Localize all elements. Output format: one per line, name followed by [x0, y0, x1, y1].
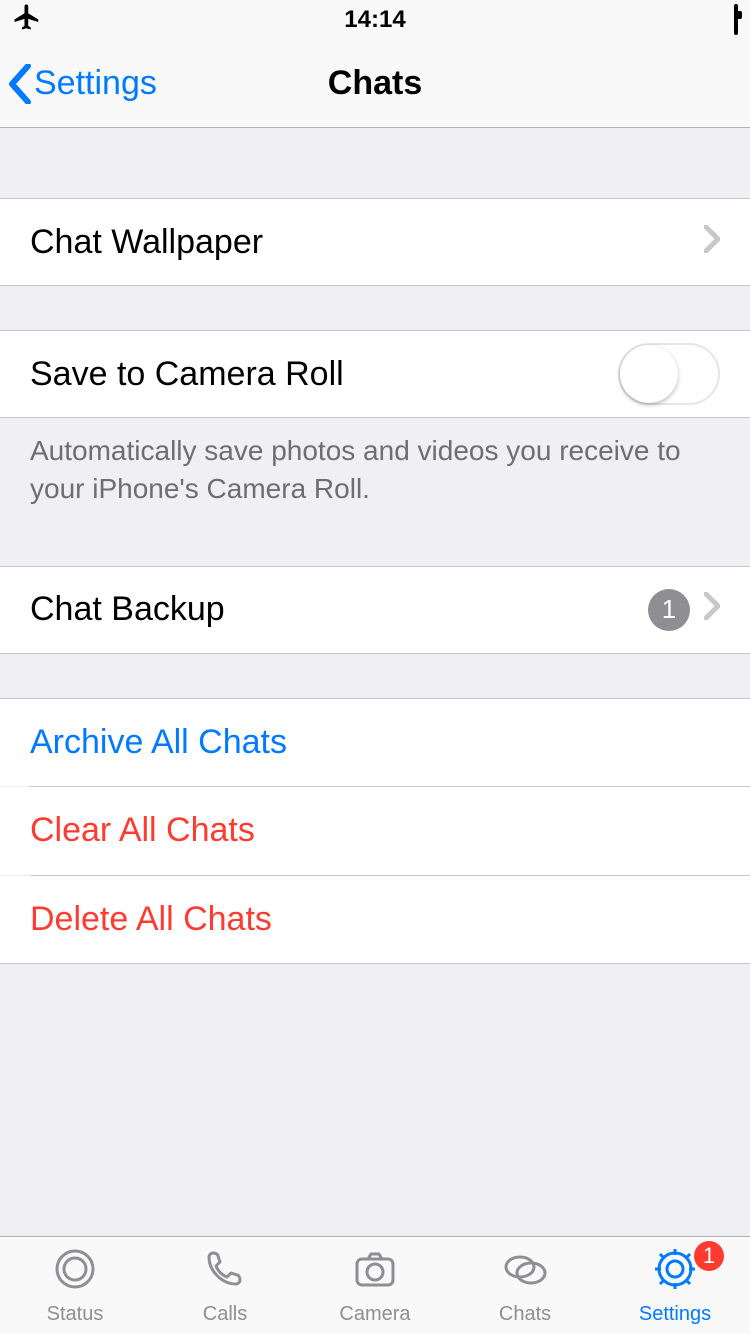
tab-status-label: Status — [47, 1303, 104, 1326]
clear-all-chats-label: Clear All Chats — [30, 811, 720, 850]
status-icon — [51, 1245, 99, 1299]
actions-group: Archive All Chats Clear All Chats Delete… — [0, 698, 750, 964]
save-camera-roll-switch[interactable] — [618, 343, 720, 405]
tab-camera-label: Camera — [339, 1303, 410, 1326]
battery-icon — [734, 6, 738, 34]
chevron-right-icon — [704, 590, 720, 629]
tab-calls-label: Calls — [203, 1303, 247, 1326]
airplane-mode-icon — [12, 2, 42, 39]
chat-backup-badge: 1 — [648, 589, 690, 631]
chevron-right-icon — [704, 223, 720, 262]
phone-icon — [201, 1245, 249, 1299]
tab-camera[interactable]: Camera — [300, 1237, 450, 1334]
back-label: Settings — [34, 64, 157, 103]
delete-all-chats-row[interactable]: Delete All Chats — [0, 876, 750, 964]
chat-wallpaper-row[interactable]: Chat Wallpaper — [0, 198, 750, 286]
save-camera-roll-label: Save to Camera Roll — [30, 355, 618, 394]
archive-all-chats-row[interactable]: Archive All Chats — [0, 698, 750, 786]
tab-chats[interactable]: Chats — [450, 1237, 600, 1334]
content-scroll[interactable]: Chat Wallpaper Save to Camera Roll Autom… — [0, 128, 750, 1236]
save-camera-roll-row: Save to Camera Roll — [0, 330, 750, 418]
chats-icon — [501, 1245, 549, 1299]
chat-backup-row[interactable]: Chat Backup 1 — [0, 566, 750, 654]
save-camera-roll-note: Automatically save photos and videos you… — [0, 418, 750, 508]
tab-calls[interactable]: Calls — [150, 1237, 300, 1334]
status-bar: 14:14 — [0, 0, 750, 40]
chat-wallpaper-label: Chat Wallpaper — [30, 223, 704, 262]
tab-chats-label: Chats — [499, 1303, 551, 1326]
delete-all-chats-label: Delete All Chats — [30, 900, 720, 939]
tab-status[interactable]: Status — [0, 1237, 150, 1334]
gear-icon — [651, 1245, 699, 1299]
nav-bar: Settings Chats — [0, 40, 750, 128]
archive-all-chats-label: Archive All Chats — [30, 723, 720, 762]
tab-settings-label: Settings — [639, 1303, 711, 1326]
clear-all-chats-row[interactable]: Clear All Chats — [0, 787, 750, 875]
back-button[interactable]: Settings — [0, 64, 157, 104]
camera-icon — [351, 1245, 399, 1299]
tab-settings-badge: 1 — [694, 1241, 724, 1271]
chat-backup-label: Chat Backup — [30, 590, 648, 629]
tab-bar: Status Calls Camera Chats Settings 1 — [0, 1236, 750, 1334]
chevron-left-icon — [8, 64, 32, 104]
tab-settings[interactable]: Settings 1 — [600, 1237, 750, 1334]
status-time: 14:14 — [132, 6, 618, 34]
